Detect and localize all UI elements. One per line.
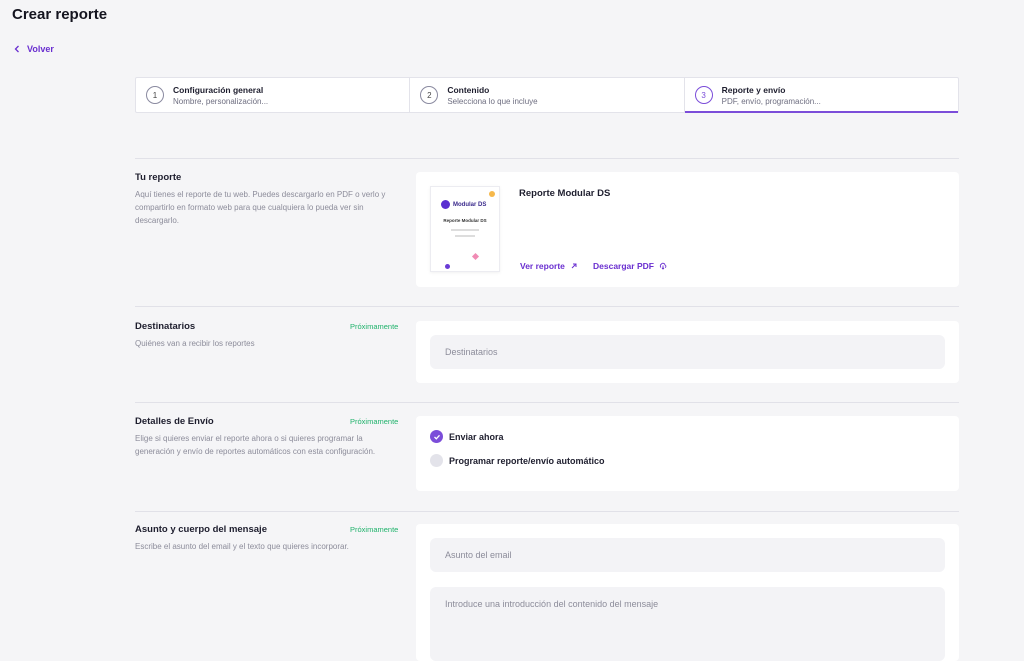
step-title: Reporte y envío [721, 84, 786, 95]
message-body-textarea[interactable]: Introduce una introducción del contenido… [430, 587, 945, 661]
divider [135, 402, 959, 403]
coming-soon-badge: Próximamente [350, 417, 399, 426]
report-card: Modular DS Reporte Modular DS Reporte Mo… [416, 172, 959, 287]
recipients-card: Destinatarios [416, 321, 959, 383]
shipping-section-title: Detalles de Envío [135, 416, 214, 427]
recipients-section-title: Destinatarios [135, 321, 196, 332]
logo-mark-icon [441, 200, 450, 209]
report-section-desc: Aquí tienes el reporte de tu web. Puedes… [135, 190, 386, 225]
step-report[interactable]: 3 Reporte y envío PDF, envío, programaci… [684, 78, 959, 113]
step-title: Contenido [447, 84, 490, 95]
step-general[interactable]: 1 Configuración general Nombre, personal… [136, 78, 411, 112]
divider [135, 511, 959, 512]
step-number: 1 [146, 86, 164, 104]
send-now-option[interactable]: Enviar ahora [430, 430, 504, 443]
shipping-section-desc: Elige si quieres enviar el reporte ahora… [135, 434, 376, 456]
stepper: 1 Configuración general Nombre, personal… [135, 77, 959, 113]
divider [135, 158, 959, 159]
chevron-left-icon [14, 45, 19, 53]
thumbnail-accent [471, 252, 480, 261]
download-pdf-link[interactable]: Descargar PDF [593, 261, 667, 271]
step-subtitle: Selecciona lo que incluye [447, 96, 538, 106]
page-title: Crear reporte [12, 6, 108, 23]
schedule-option[interactable]: Programar reporte/envío automático [430, 454, 605, 467]
schedule-label: Programar reporte/envío automático [449, 455, 605, 466]
step-number: 2 [420, 86, 439, 104]
external-link-icon [571, 263, 577, 269]
back-label: Volver [27, 44, 54, 54]
message-section-desc: Escribe el asunto del email y el texto q… [135, 542, 349, 551]
thumbnail-title: Reporte Modular DS [443, 218, 487, 223]
thumbnail-logo: Modular DS [441, 200, 486, 209]
send-now-radio[interactable] [430, 430, 443, 443]
thumbnail-accent [489, 191, 495, 197]
schedule-radio[interactable] [430, 454, 443, 467]
coming-soon-badge: Próximamente [350, 322, 399, 331]
step-subtitle: Nombre, personalización... [173, 96, 269, 106]
download-pdf-label: Descargar PDF [593, 261, 654, 271]
report-section-title: Tu reporte [135, 172, 182, 183]
coming-soon-badge: Próximamente [350, 525, 399, 534]
message-section-title: Asunto y cuerpo del mensaje [135, 524, 267, 535]
step-number: 3 [694, 86, 713, 104]
recipients-input[interactable]: Destinatarios [430, 335, 945, 369]
report-name: Reporte Modular DS [519, 188, 611, 199]
thumbnail-logo-text: Modular DS [453, 201, 487, 208]
email-subject-input[interactable]: Asunto del email [430, 538, 945, 572]
shipping-card: Enviar ahora Programar reporte/envío aut… [416, 416, 959, 491]
step-content[interactable]: 2 Contenido Selecciona lo que incluye [410, 78, 685, 112]
recipients-section-desc: Quiénes van a recibir los reportes [135, 339, 255, 348]
divider [135, 306, 959, 307]
step-title: Configuración general [173, 84, 264, 95]
thumbnail-line [451, 229, 479, 231]
send-now-label: Enviar ahora [449, 431, 504, 442]
thumbnail-line [455, 235, 475, 237]
message-card: Asunto del email Introduce una introducc… [416, 524, 959, 661]
report-thumbnail[interactable]: Modular DS Reporte Modular DS [430, 186, 500, 272]
view-report-label: Ver reporte [520, 261, 565, 271]
step-subtitle: PDF, envío, programación... [721, 96, 821, 106]
view-report-link[interactable]: Ver reporte [520, 261, 578, 271]
check-icon [433, 434, 440, 440]
back-link[interactable]: Volver [13, 44, 54, 54]
cloud-download-icon [659, 262, 667, 270]
thumbnail-accent [445, 264, 450, 269]
